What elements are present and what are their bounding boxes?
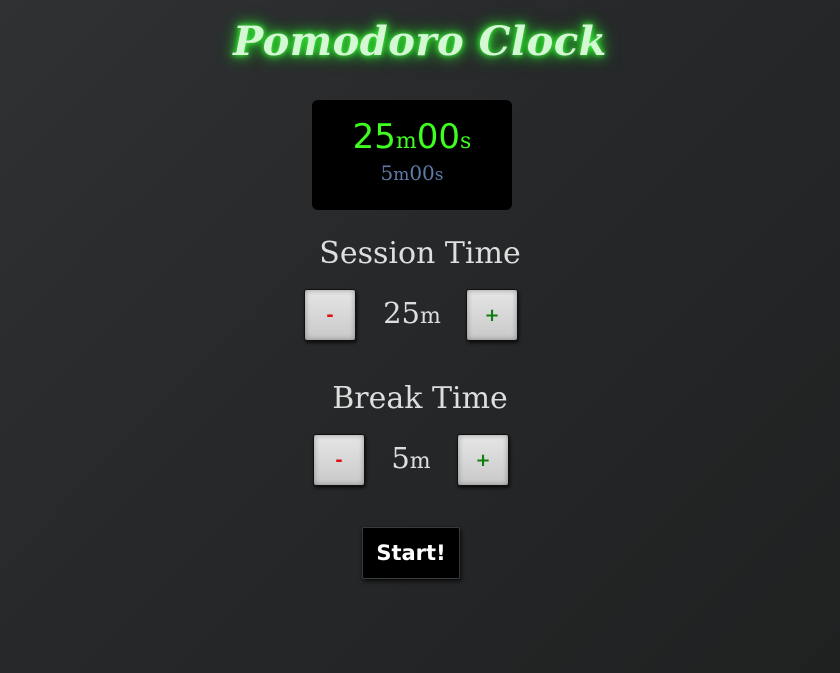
session-length-number: 25 bbox=[383, 296, 421, 330]
break-countdown-seconds-unit: s bbox=[434, 165, 444, 185]
session-countdown: 25m00s bbox=[312, 118, 512, 161]
break-length-number: 5 bbox=[391, 441, 410, 475]
session-countdown-seconds: 00 bbox=[416, 117, 461, 157]
session-decrement-button[interactable]: - bbox=[304, 289, 356, 341]
app-title: Pomodoro Clock bbox=[233, 18, 607, 65]
session-length-value: 25m bbox=[367, 296, 457, 330]
session-time-label: Session Time bbox=[319, 236, 521, 271]
break-length-unit: m bbox=[409, 449, 431, 474]
session-length-unit: m bbox=[420, 304, 441, 329]
break-countdown-seconds: 00 bbox=[409, 161, 435, 185]
start-button[interactable]: Start! bbox=[362, 527, 460, 579]
session-countdown-minutes-unit: m bbox=[395, 129, 417, 154]
break-countdown-minutes-unit: m bbox=[393, 165, 410, 185]
session-increment-button[interactable]: + bbox=[466, 289, 518, 341]
break-increment-button[interactable]: + bbox=[457, 434, 509, 486]
break-length-value: 5m bbox=[370, 441, 452, 475]
break-countdown: 5m00s bbox=[312, 161, 512, 187]
break-time-label: Break Time bbox=[332, 381, 508, 416]
timer-display: 25m00s 5m00s bbox=[312, 100, 512, 210]
break-decrement-button[interactable]: - bbox=[313, 434, 365, 486]
session-countdown-seconds-unit: s bbox=[460, 129, 472, 154]
break-countdown-minutes: 5 bbox=[380, 161, 394, 185]
session-countdown-minutes: 25 bbox=[352, 117, 396, 157]
